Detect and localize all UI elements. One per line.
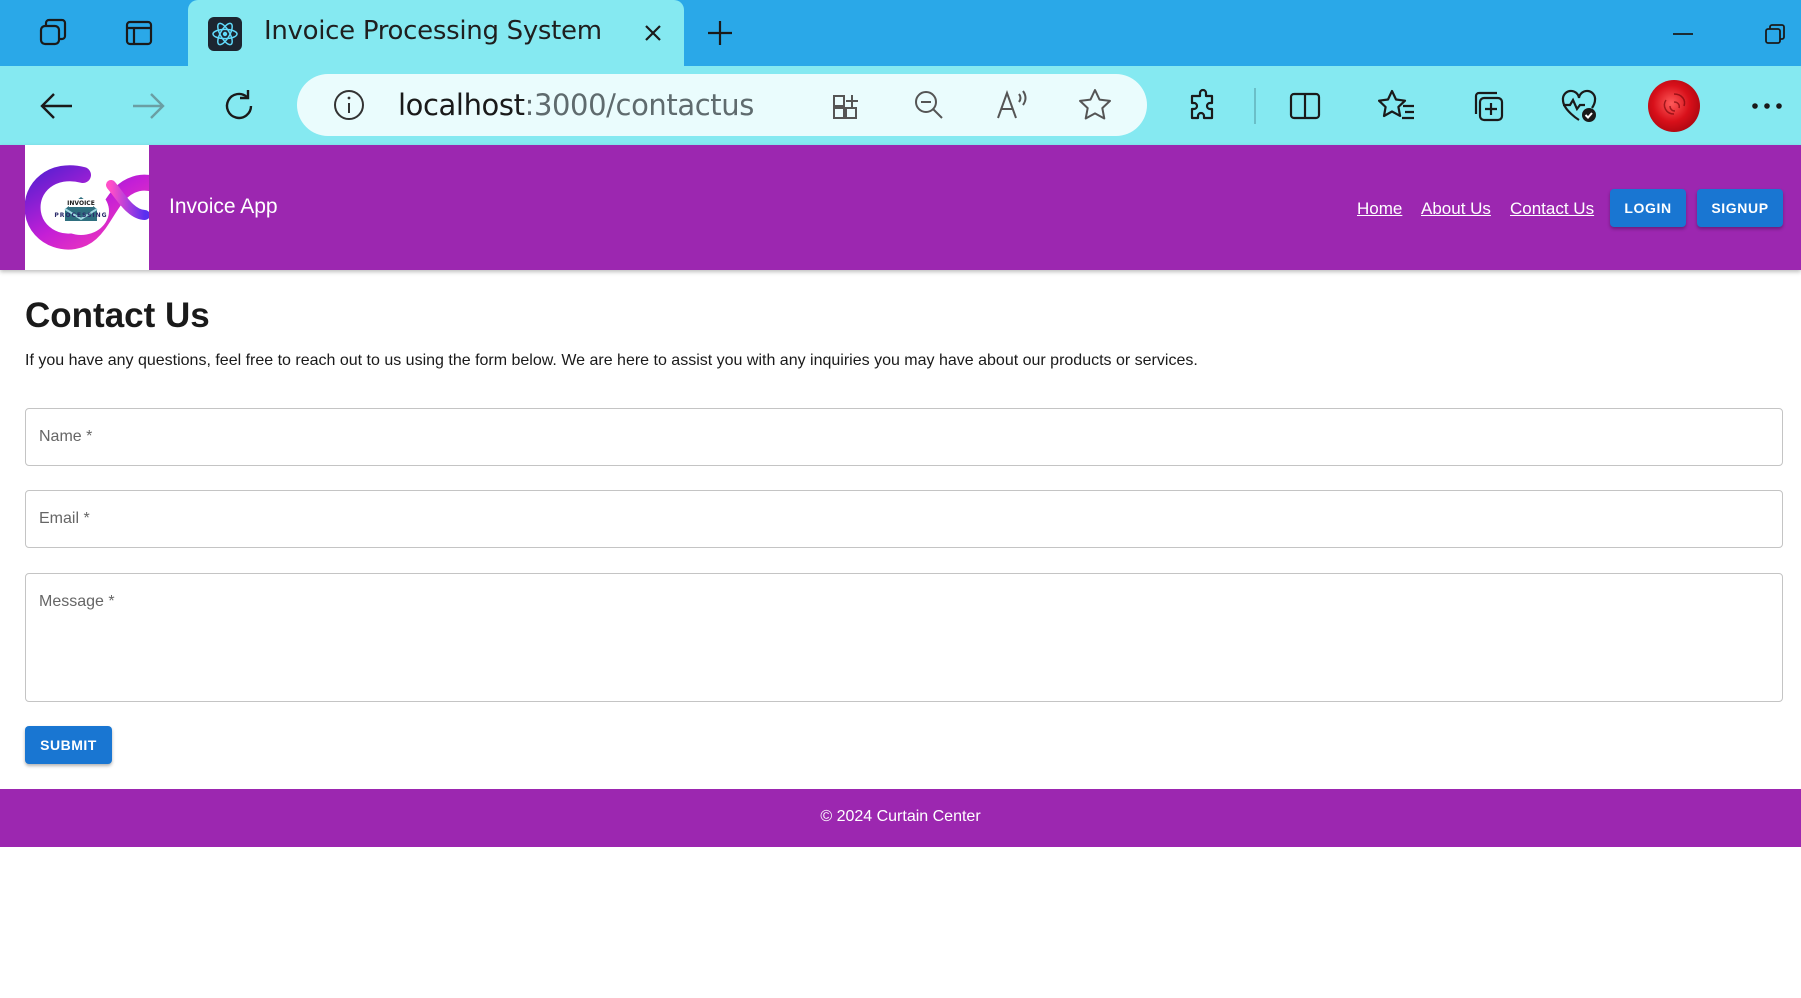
- refresh-icon[interactable]: [216, 83, 262, 129]
- collections-icon[interactable]: [1465, 83, 1511, 129]
- app-available-icon[interactable]: [827, 85, 867, 125]
- favorites-icon[interactable]: [1374, 83, 1420, 129]
- brand-name[interactable]: Invoice App: [169, 195, 278, 219]
- browser-tab-strip: Invoice Processing System: [0, 0, 1801, 66]
- favorite-star-icon[interactable]: [1075, 85, 1115, 125]
- footer: © 2024 Curtain Center: [0, 789, 1801, 847]
- split-screen-icon[interactable]: [1282, 83, 1328, 129]
- nav-link-home[interactable]: Home: [1357, 199, 1402, 219]
- active-tab[interactable]: Invoice Processing System: [188, 0, 684, 66]
- browser-toolbar: localhost:3000/contactus: [0, 66, 1801, 145]
- tab-title: Invoice Processing System: [264, 16, 602, 46]
- app-logo[interactable]: INVOICE PROCESSING: [25, 145, 149, 270]
- svg-text:INVOICE: INVOICE: [67, 200, 95, 207]
- profile-avatar[interactable]: [1648, 80, 1700, 132]
- new-tab-icon[interactable]: [700, 13, 740, 53]
- submit-button[interactable]: SUBMIT: [25, 726, 112, 764]
- zoom-out-icon[interactable]: [909, 85, 949, 125]
- name-field[interactable]: Name *: [25, 408, 1783, 466]
- react-favicon-icon: [208, 17, 242, 51]
- nav-link-contact[interactable]: Contact Us: [1510, 199, 1594, 219]
- browser-essentials-icon[interactable]: [1556, 83, 1602, 129]
- email-field-label: Email *: [39, 510, 90, 527]
- extensions-icon[interactable]: [1181, 83, 1227, 129]
- restore-icon[interactable]: [1752, 14, 1798, 54]
- read-aloud-icon[interactable]: [993, 85, 1033, 125]
- vertical-tabs-icon[interactable]: [119, 13, 159, 53]
- address-bar[interactable]: localhost:3000/contactus: [297, 74, 1147, 136]
- toolbar-separator: [1254, 88, 1256, 124]
- footer-copyright: © 2024 Curtain Center: [820, 808, 981, 825]
- minimize-icon[interactable]: [1660, 14, 1706, 54]
- signup-button[interactable]: SIGNUP: [1697, 189, 1783, 227]
- name-field-label: Name *: [39, 428, 93, 445]
- svg-text:PROCESSING: PROCESSING: [54, 212, 107, 219]
- email-field[interactable]: Email *: [25, 490, 1783, 548]
- workspaces-icon[interactable]: [34, 13, 74, 53]
- forward-icon[interactable]: [125, 83, 171, 129]
- close-tab-icon[interactable]: [636, 16, 670, 50]
- page-title: Contact Us: [25, 296, 210, 335]
- nav-link-about[interactable]: About Us: [1421, 199, 1491, 219]
- more-menu-icon[interactable]: [1744, 83, 1790, 129]
- login-button[interactable]: LOGIN: [1610, 189, 1686, 227]
- message-field-label: Message *: [39, 593, 115, 610]
- site-info-icon[interactable]: [331, 87, 367, 123]
- url-text[interactable]: localhost:3000/contactus: [398, 88, 754, 122]
- app-header: INVOICE PROCESSING Invoice App Home Abou…: [0, 145, 1801, 270]
- back-icon[interactable]: [34, 83, 80, 129]
- intro-text: If you have any questions, feel free to …: [25, 352, 1198, 369]
- message-field[interactable]: Message *: [25, 573, 1783, 702]
